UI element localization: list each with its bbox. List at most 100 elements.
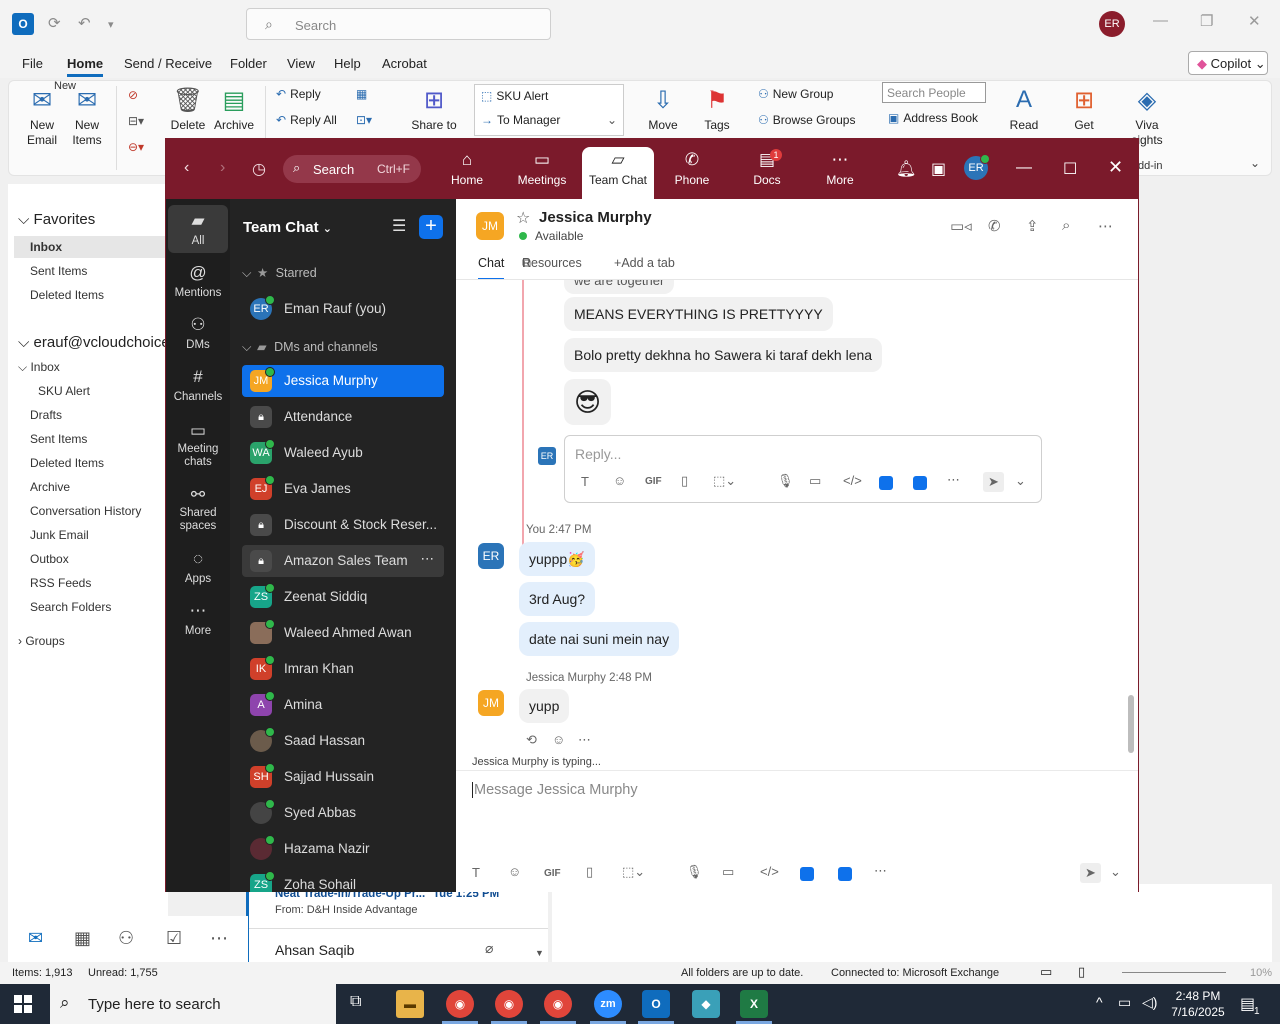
channel-row[interactable]: 🔒︎ Discount & Stock Reser... [242, 509, 444, 541]
rail-channels[interactable]: # Channels [168, 367, 228, 403]
task-view-icon[interactable]: ⧉ [350, 993, 361, 1011]
app-icon[interactable] [800, 867, 814, 881]
search-icon[interactable]: ⌕ [1062, 217, 1070, 234]
excel-icon[interactable]: X [740, 990, 768, 1018]
minimize-icon[interactable]: — [1153, 12, 1168, 29]
new-chat-button[interactable]: + [419, 215, 443, 239]
contact-row[interactable]: ZS Zeenat Siddiq [242, 581, 444, 613]
menu-help[interactable]: Help [334, 56, 361, 71]
quick-step-sku-alert[interactable]: ⬚ SKU Alert [481, 89, 548, 103]
maximize-icon[interactable]: ❐ [1200, 12, 1213, 30]
windows-start-icon[interactable] [14, 995, 32, 1013]
contact-row[interactable]: WA Waleed Ayub [242, 437, 444, 469]
rail-shared-spaces[interactable]: ⚯ Shared spaces [168, 483, 228, 533]
browse-groups-button[interactable]: ⚇ Browse Groups [758, 113, 855, 127]
forward-arrow-icon[interactable]: › [220, 159, 225, 177]
microphone-icon[interactable]: 🎙︎ [777, 473, 794, 489]
video-message-icon[interactable]: ▭ [809, 473, 821, 489]
more-icon[interactable]: ⋯ [1098, 217, 1113, 235]
menu-acrobat[interactable]: Acrobat [382, 56, 427, 71]
account-header[interactable]: ⌵ erauf@vcloudchoice [18, 334, 170, 351]
undo-icon[interactable]: ↶ [78, 14, 91, 32]
send-icon[interactable]: ➤ [1080, 863, 1101, 883]
phone-icon[interactable]: ✆ [988, 217, 1001, 235]
emoji-icon[interactable]: ☺ [508, 864, 521, 879]
video-call-icon[interactable]: ▭◃ [950, 217, 972, 235]
more-icon[interactable]: ⋯ [578, 732, 591, 748]
message-compose-input[interactable]: Message Jessica Murphy [472, 782, 638, 798]
read-aloud-button[interactable]: A Read [1006, 86, 1042, 132]
zoom-slider[interactable] [1122, 972, 1226, 973]
folder-archive[interactable]: Archive [30, 480, 70, 494]
screenshot-icon[interactable]: ⬚⌄ [713, 473, 736, 489]
add-tab-button[interactable]: + Add a tab [614, 256, 675, 270]
favorites-header[interactable]: ⌵ Favorites [18, 211, 95, 228]
channel-row[interactable]: 🔒︎ Attendance [242, 401, 444, 433]
filter-icon[interactable]: ☰ [392, 216, 406, 236]
history-icon[interactable]: ◷ [252, 159, 266, 179]
rail-mentions[interactable]: @ Mentions [168, 263, 228, 299]
tab-chat[interactable]: Chat [478, 256, 505, 280]
format-text-icon[interactable]: T [581, 474, 589, 489]
app-icon[interactable] [879, 476, 893, 490]
video-message-icon[interactable]: ▭ [722, 864, 734, 880]
section-dms-channels[interactable]: ⌵ ▰ DMs and channels [242, 339, 378, 355]
meeting-reply-icon[interactable]: ▦ [356, 87, 367, 101]
emoji-icon[interactable]: ☺ [613, 473, 626, 488]
tab-more[interactable]: ⋯ More [804, 147, 876, 199]
app-icon[interactable] [838, 867, 852, 881]
back-arrow-icon[interactable]: ‹ [184, 159, 189, 177]
format-text-icon[interactable]: T [472, 865, 480, 880]
folder-search-folders[interactable]: Search Folders [30, 600, 111, 614]
search-people-input[interactable]: Search People [882, 82, 986, 103]
folder-drafts[interactable]: Drafts [30, 408, 62, 422]
more-respond-icon[interactable]: ⊡▾ [356, 113, 372, 127]
delete-button[interactable]: 🗑 Delete [168, 86, 208, 132]
maximize-icon[interactable]: ☐ [1063, 159, 1077, 179]
add-reaction-icon[interactable]: ☺ [552, 732, 565, 747]
address-book-button[interactable]: ▣ Address Book [888, 111, 978, 125]
reply-thread-icon[interactable]: ⟲ [526, 732, 537, 748]
cleanup-icon[interactable]: ⊟▾ [128, 114, 144, 128]
folder-conversation-history[interactable]: Conversation History [30, 504, 141, 518]
send-icon[interactable]: ➤ [983, 472, 1004, 492]
zoom-profile-avatar[interactable]: ER [964, 154, 990, 180]
tab-docs[interactable]: ▤ Docs 1 [731, 147, 803, 199]
favorites-deleted-items[interactable]: Deleted Items [30, 288, 104, 302]
menu-view[interactable]: View [287, 56, 315, 71]
tab-home[interactable]: ⌂ Home [431, 147, 503, 199]
chrome-icon[interactable]: ◉ [446, 990, 474, 1018]
app-icon[interactable] [913, 476, 927, 490]
rail-all[interactable]: ▰ All [168, 205, 228, 253]
folder-rss-feeds[interactable]: RSS Feeds [30, 576, 91, 590]
contact-row-selected[interactable]: JM Jessica Murphy [242, 365, 444, 397]
reply-button[interactable]: ↶ Reply [276, 87, 321, 101]
rail-more[interactable]: ⋯ More [168, 601, 228, 637]
code-icon[interactable]: </> [760, 864, 779, 879]
reading-view-icon[interactable]: ▯ [1078, 964, 1085, 980]
favorites-inbox[interactable]: Inbox [14, 236, 168, 258]
contact-row[interactable]: ER Eman Rauf (you) [242, 293, 444, 325]
share-screen-icon[interactable]: ⇪ [1026, 217, 1039, 235]
star-icon[interactable]: ☆ [516, 208, 530, 228]
quick-steps-expand-icon[interactable]: ⌄ [607, 113, 617, 127]
menu-home[interactable]: Home [67, 56, 104, 77]
groups-header[interactable]: › Groups [18, 634, 65, 648]
folder-sent-items[interactable]: Sent Items [30, 432, 87, 446]
zoom-app-icon[interactable]: zm [594, 990, 622, 1018]
contact-row[interactable]: EJ Eva James [242, 473, 444, 505]
contact-row[interactable]: SH Sajjad Hussain [242, 761, 444, 793]
rail-meeting-chats[interactable]: ▭ Meeting chats [168, 419, 228, 469]
gif-icon[interactable]: GIF [645, 476, 662, 487]
contact-row[interactable]: Syed Abbas [242, 797, 444, 829]
ignore-icon[interactable]: ⊘ [128, 88, 138, 102]
volume-icon[interactable]: ◁) [1142, 994, 1157, 1011]
new-group-button[interactable]: ⚇ New Group [758, 87, 833, 101]
bell-icon[interactable]: 🔔︎ [896, 159, 916, 179]
file-icon[interactable]: ▯ [586, 864, 593, 880]
tab-phone[interactable]: ✆ Phone [656, 147, 728, 199]
junk-icon[interactable]: ⊖▾ [128, 140, 144, 154]
channel-row[interactable]: 🔒︎ Amazon Sales Team ⋯ [242, 545, 444, 577]
more-icon[interactable]: ⋯ [874, 863, 887, 879]
normal-view-icon[interactable]: ▭ [1040, 964, 1052, 980]
